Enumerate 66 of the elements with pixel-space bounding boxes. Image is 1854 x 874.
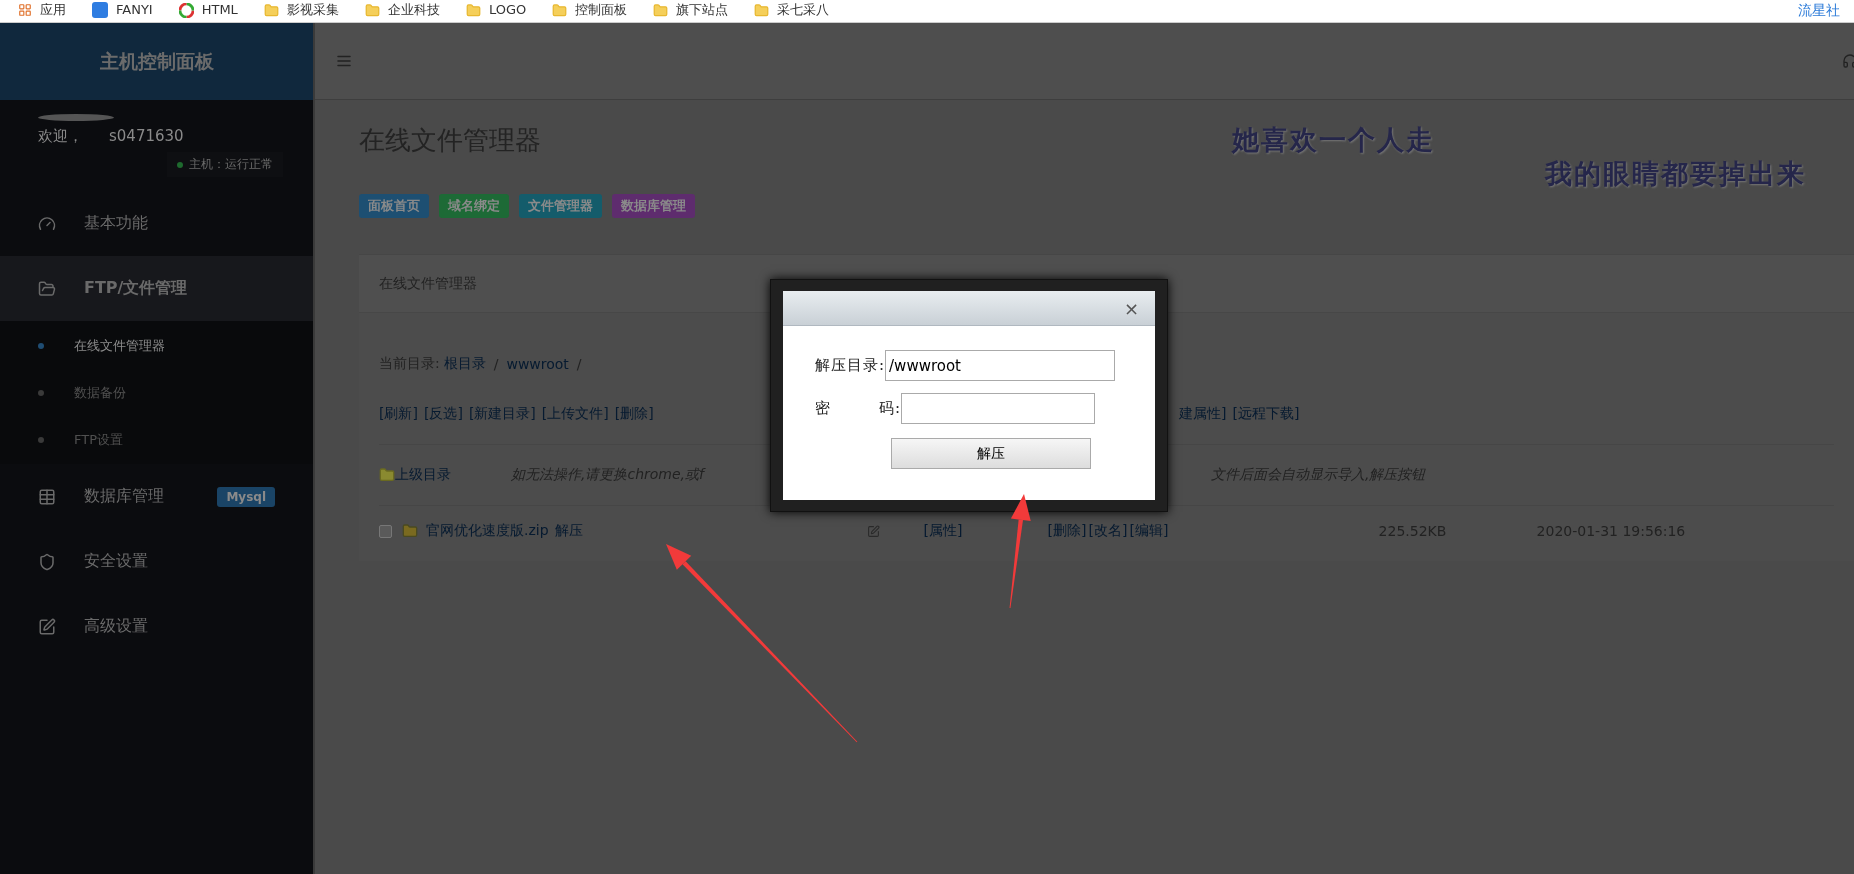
menu-item[interactable]: 安全设置 [0, 529, 313, 594]
bookmark[interactable]: 流星社 [1798, 2, 1840, 20]
table-icon [38, 487, 56, 506]
submenu-item[interactable]: FTP设置 [0, 416, 313, 463]
gauge-icon [38, 214, 56, 233]
submenu-item[interactable]: 数据备份 [0, 369, 313, 416]
apps-icon [18, 3, 32, 17]
input-field[interactable]: /wwwroot [885, 350, 1116, 381]
folder-icon [263, 2, 279, 18]
tag-button[interactable]: 域名绑定 [439, 194, 509, 218]
path-separator: / [493, 356, 499, 372]
shield-icon [38, 552, 56, 571]
edit-icon [38, 617, 56, 636]
action-link[interactable]: [刷新] [379, 405, 418, 423]
folder-icon [38, 279, 56, 298]
bookmark[interactable]: 控制面板 [552, 0, 628, 20]
bookmark[interactable]: 影视采集 [263, 0, 339, 20]
tag-button[interactable]: 数据库管理 [612, 194, 695, 218]
color-wheel-icon [178, 2, 194, 18]
bookmark[interactable]: HTML [178, 0, 238, 20]
field-label: 解压目录: [815, 356, 886, 375]
menu-item[interactable]: FTP/文件管理 [0, 256, 313, 321]
field-label: 密 码: [815, 399, 902, 418]
bookmark[interactable]: FANYI [92, 0, 153, 20]
menu-item[interactable]: 数据库管理 Mysql [0, 464, 313, 529]
folder-icon [465, 2, 481, 18]
path-link[interactable]: 根目录 [443, 355, 486, 373]
input-field[interactable] [901, 393, 1096, 424]
extract-link[interactable]: 解压 [554, 522, 583, 540]
tag-button[interactable]: 面板首页 [359, 194, 429, 218]
welcome-text: 欢迎， [38, 127, 83, 146]
bookmark[interactable]: 采七采八 [754, 0, 830, 20]
file-action-link[interactable]: [改名] [1088, 522, 1128, 540]
file-action-link[interactable]: [编辑] [1129, 522, 1169, 540]
bookmark[interactable]: 旗下站点 [653, 0, 729, 20]
path-separator: / [576, 356, 582, 372]
action-link[interactable]: [删除] [614, 405, 654, 423]
folder-icon [653, 2, 669, 18]
folder-icon [754, 2, 770, 18]
action-link[interactable]: [远程下载] [1232, 405, 1300, 423]
translate-icon [92, 2, 108, 18]
bookmark[interactable]: 企业科技 [364, 0, 440, 20]
file-link[interactable]: 官网优化速度版.zip [426, 522, 549, 540]
tag-button[interactable]: 文件管理器 [519, 194, 602, 218]
folder-icon [552, 2, 568, 18]
archive-icon [402, 523, 418, 539]
file-action-link[interactable]: [属性] [923, 522, 963, 540]
edit-icon[interactable] [866, 524, 880, 538]
extract-button[interactable]: 解压 [891, 438, 1091, 469]
menu-item[interactable]: 基本功能 [0, 191, 313, 256]
file-action-link[interactable]: [删除] [1047, 522, 1087, 540]
username: s0471630 [109, 127, 184, 146]
folder-up-icon [379, 467, 395, 483]
headphones-icon[interactable] [1842, 53, 1854, 69]
submenu-item[interactable]: 在线文件管理器 [0, 322, 313, 369]
badge: Mysql [217, 486, 275, 507]
folder-icon [364, 2, 380, 18]
menu-item[interactable]: 高级设置 [0, 594, 313, 659]
bookmark[interactable]: 应用 [18, 0, 66, 20]
bookmark[interactable]: LOGO [465, 0, 527, 20]
action-link[interactable]: 建属性] [1179, 405, 1227, 423]
sidebar-title: 主机控制面板 [0, 23, 313, 100]
checkbox[interactable] [379, 524, 392, 538]
action-link[interactable]: [反选] [423, 405, 463, 423]
path-link[interactable]: wwwroot [506, 356, 569, 372]
action-link[interactable]: [新建目录] [468, 405, 536, 423]
